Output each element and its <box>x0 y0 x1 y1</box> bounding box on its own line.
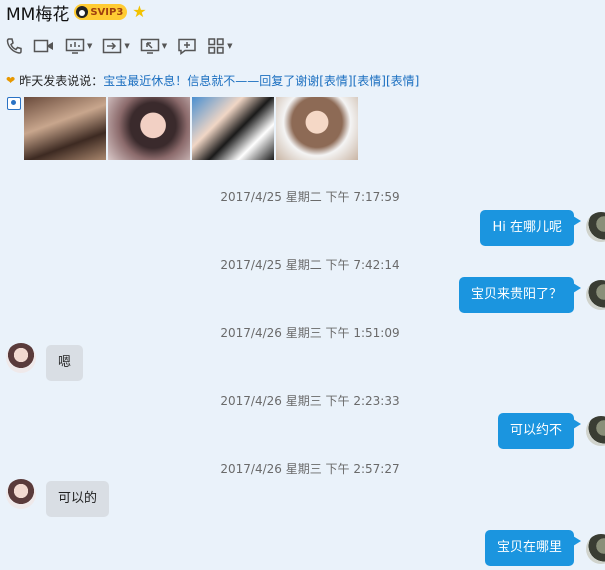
remote-assist-icon <box>103 38 122 54</box>
outgoing-message[interactable]: Hi 在哪儿呢 <box>480 210 581 246</box>
incoming-message[interactable]: 嗯 <box>46 345 84 381</box>
album-icon[interactable] <box>7 97 21 110</box>
phone-icon <box>6 38 22 54</box>
incoming-message[interactable]: 可以的 <box>46 481 110 517</box>
start-group-chat-button[interactable] <box>177 37 197 55</box>
outgoing-message[interactable]: 宝贝在哪里 <box>484 530 582 566</box>
remote-desktop-icon <box>140 38 160 54</box>
photo-thumbnail[interactable] <box>192 97 274 160</box>
video-call-button[interactable] <box>33 37 55 55</box>
svip-badge-label: SVIP3 <box>90 6 124 18</box>
star-icon[interactable]: ★ <box>132 4 146 20</box>
avatar[interactable] <box>6 343 36 373</box>
message-timestamp: 2017/4/26 星期三 下午 2:23:33 <box>220 394 400 408</box>
message-timestamp: 2017/4/25 星期二 下午 7:42:14 <box>220 258 400 272</box>
avatar[interactable] <box>586 212 605 242</box>
remote-desktop-button[interactable]: ▼ <box>140 37 167 55</box>
outgoing-message[interactable]: 宝贝来贵阳了？ <box>458 277 582 313</box>
message-timestamp: 2017/4/25 星期二 下午 7:17:59 <box>220 190 400 204</box>
chevron-down-icon[interactable]: ▼ <box>227 42 232 50</box>
status-label: 昨天发表说说： <box>19 74 104 88</box>
add-chat-icon <box>178 38 196 55</box>
photo-thumbnail[interactable] <box>276 97 358 160</box>
screen-share-icon <box>65 38 85 54</box>
chevron-down-icon[interactable]: ▼ <box>87 42 92 50</box>
status-update: ❤ 昨天发表说说： 宝宝最近休息！信息就不——回复了谢谢[表情][表情][表情] <box>6 72 419 89</box>
message-timestamp: 2017/4/26 星期三 下午 2:57:27 <box>220 462 400 476</box>
photo-strip <box>24 97 358 160</box>
chevron-down-icon[interactable]: ▼ <box>124 42 129 50</box>
mood-icon: ❤ <box>6 74 16 87</box>
apps-button[interactable]: ▼ <box>207 37 233 55</box>
avatar[interactable] <box>586 416 605 446</box>
apps-icon <box>208 38 224 54</box>
status-link[interactable]: 宝宝最近休息！信息就不——回复了谢谢[表情][表情][表情] <box>103 72 419 89</box>
chat-title-bar: MM梅花 SVIP3 ★ <box>6 0 147 25</box>
qq-penguin-icon <box>76 6 89 18</box>
avatar[interactable] <box>6 479 36 509</box>
contact-name[interactable]: MM梅花 <box>6 0 69 25</box>
chat-toolbar: ▼ ▼ ▼ ▼ <box>5 35 243 57</box>
avatar[interactable] <box>586 534 605 564</box>
voice-call-button[interactable] <box>5 37 23 55</box>
screen-share-button[interactable]: ▼ <box>65 37 92 55</box>
photo-thumbnail[interactable] <box>108 97 190 160</box>
chevron-down-icon[interactable]: ▼ <box>162 42 167 50</box>
avatar[interactable] <box>586 280 605 310</box>
message-timestamp: 2017/4/26 星期三 下午 1:51:09 <box>220 326 400 340</box>
outgoing-message[interactable]: 可以约不 <box>497 413 582 449</box>
svip-badge[interactable]: SVIP3 <box>74 4 128 20</box>
photo-thumbnail[interactable] <box>24 97 106 160</box>
send-file-button[interactable]: ▼ <box>102 37 130 55</box>
video-icon <box>33 39 53 53</box>
